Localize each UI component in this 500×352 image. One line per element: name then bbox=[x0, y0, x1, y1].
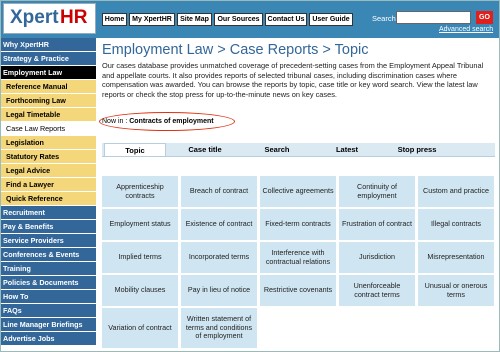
window-border bbox=[0, 0, 500, 352]
